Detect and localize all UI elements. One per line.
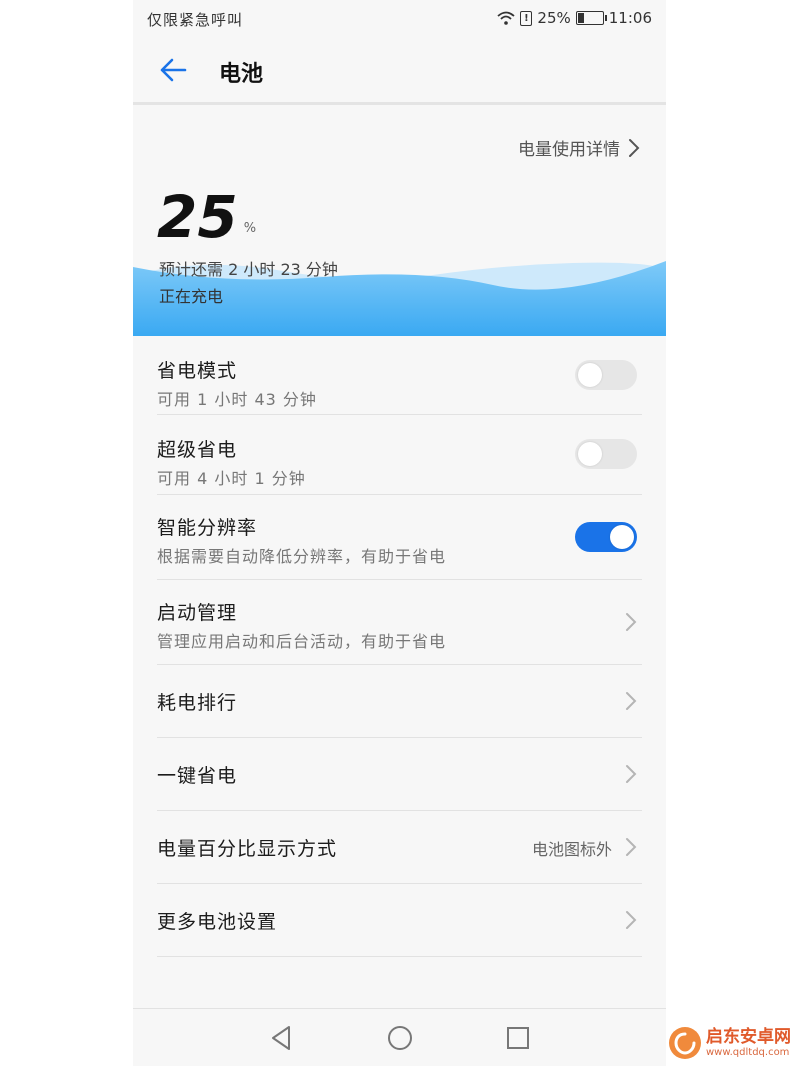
list-item-title: 一键省电 <box>157 765 238 787</box>
battery-percent-text: 25% <box>537 9 571 27</box>
navigation-bar <box>133 1008 666 1066</box>
watermark-logo-icon <box>669 1027 701 1059</box>
back-triangle-icon[interactable] <box>267 1023 297 1053</box>
home-circle-icon[interactable] <box>385 1023 415 1053</box>
list-item-title: 电量百分比显示方式 <box>157 838 338 860</box>
list-item-subtitle: 管理应用启动和后台活动，有助于省电 <box>157 632 447 651</box>
chevron-right-icon <box>626 692 637 710</box>
clock: 11:06 <box>608 9 652 27</box>
list-item-subtitle: 可用 4 小时 1 分钟 <box>157 469 306 488</box>
recents-square-icon[interactable] <box>503 1023 533 1053</box>
smart-resolution-toggle[interactable] <box>575 522 637 552</box>
chevron-right-icon <box>626 911 637 929</box>
power-saving-mode-toggle[interactable] <box>575 360 637 390</box>
wifi-icon <box>497 11 516 25</box>
watermark-url: www.qdltdq.com <box>706 1046 790 1058</box>
list-item-more-battery-settings[interactable]: 更多电池设置 <box>157 884 642 956</box>
list-item-ultra-power-saving[interactable]: 超级省电 可用 4 小时 1 分钟 <box>157 415 642 494</box>
phone-screen: 仅限紧急呼叫 ! 25% 11:06 电池 电量使用详情 25 % 预计还需 2… <box>133 0 666 1066</box>
list-item-title: 省电模式 <box>157 360 238 382</box>
list-item-title: 启动管理 <box>157 602 238 624</box>
chevron-right-icon <box>626 838 637 856</box>
watermark: 启东安卓网 www.qdltdq.com <box>668 1024 796 1062</box>
list-item-smart-resolution[interactable]: 智能分辨率 根据需要自动降低分辨率，有助于省电 <box>157 495 642 579</box>
list-item-power-saving-mode[interactable]: 省电模式 可用 1 小时 43 分钟 <box>157 336 642 414</box>
title-bar: 电池 <box>133 36 666 104</box>
battery-charging-icon <box>575 11 607 25</box>
list-item-subtitle: 根据需要自动降低分辨率，有助于省电 <box>157 547 447 566</box>
battery-status-panel: 电量使用详情 25 % 预计还需 2 小时 23 分钟 正在充电 <box>133 105 666 336</box>
list-item-battery-percentage-display[interactable]: 电量百分比显示方式 电池图标外 <box>157 811 642 883</box>
status-bar: 仅限紧急呼叫 ! 25% 11:06 <box>133 0 666 36</box>
watermark-name: 启东安卓网 <box>706 1026 791 1047</box>
back-arrow-icon[interactable] <box>157 54 189 86</box>
list-item-one-tap-power-saving[interactable]: 一键省电 <box>157 738 642 810</box>
battery-percent-display: 25 % <box>157 187 256 247</box>
charging-status: 正在充电 <box>159 287 224 306</box>
list-item-title: 超级省电 <box>157 439 238 461</box>
battery-percent-value: 25 <box>157 183 238 251</box>
chevron-right-icon <box>626 613 637 631</box>
carrier-text: 仅限紧急呼叫 <box>147 11 244 29</box>
page-title: 电池 <box>219 62 264 87</box>
remaining-time: 预计还需 2 小时 23 分钟 <box>159 260 338 279</box>
usage-details-label: 电量使用详情 <box>518 140 620 160</box>
chevron-right-icon <box>629 138 640 157</box>
list-item-title: 更多电池设置 <box>157 911 278 933</box>
list-item-value: 电池图标外 <box>531 840 612 859</box>
usage-details-link[interactable]: 电量使用详情 <box>518 135 640 160</box>
list-item-title: 智能分辨率 <box>157 517 258 539</box>
list-item-title: 耗电排行 <box>157 692 238 714</box>
list-item-startup-management[interactable]: 启动管理 管理应用启动和后台活动，有助于省电 <box>157 580 642 664</box>
list-item-power-consumption-ranking[interactable]: 耗电排行 <box>157 665 642 737</box>
percent-sign: % <box>243 221 257 236</box>
divider <box>157 956 642 957</box>
alert-icon: ! <box>520 10 533 26</box>
list-item-subtitle: 可用 1 小时 43 分钟 <box>157 390 317 409</box>
chevron-right-icon <box>626 765 637 783</box>
status-icons: ! 25% 11:06 <box>497 9 652 27</box>
ultra-power-saving-toggle[interactable] <box>575 439 637 469</box>
